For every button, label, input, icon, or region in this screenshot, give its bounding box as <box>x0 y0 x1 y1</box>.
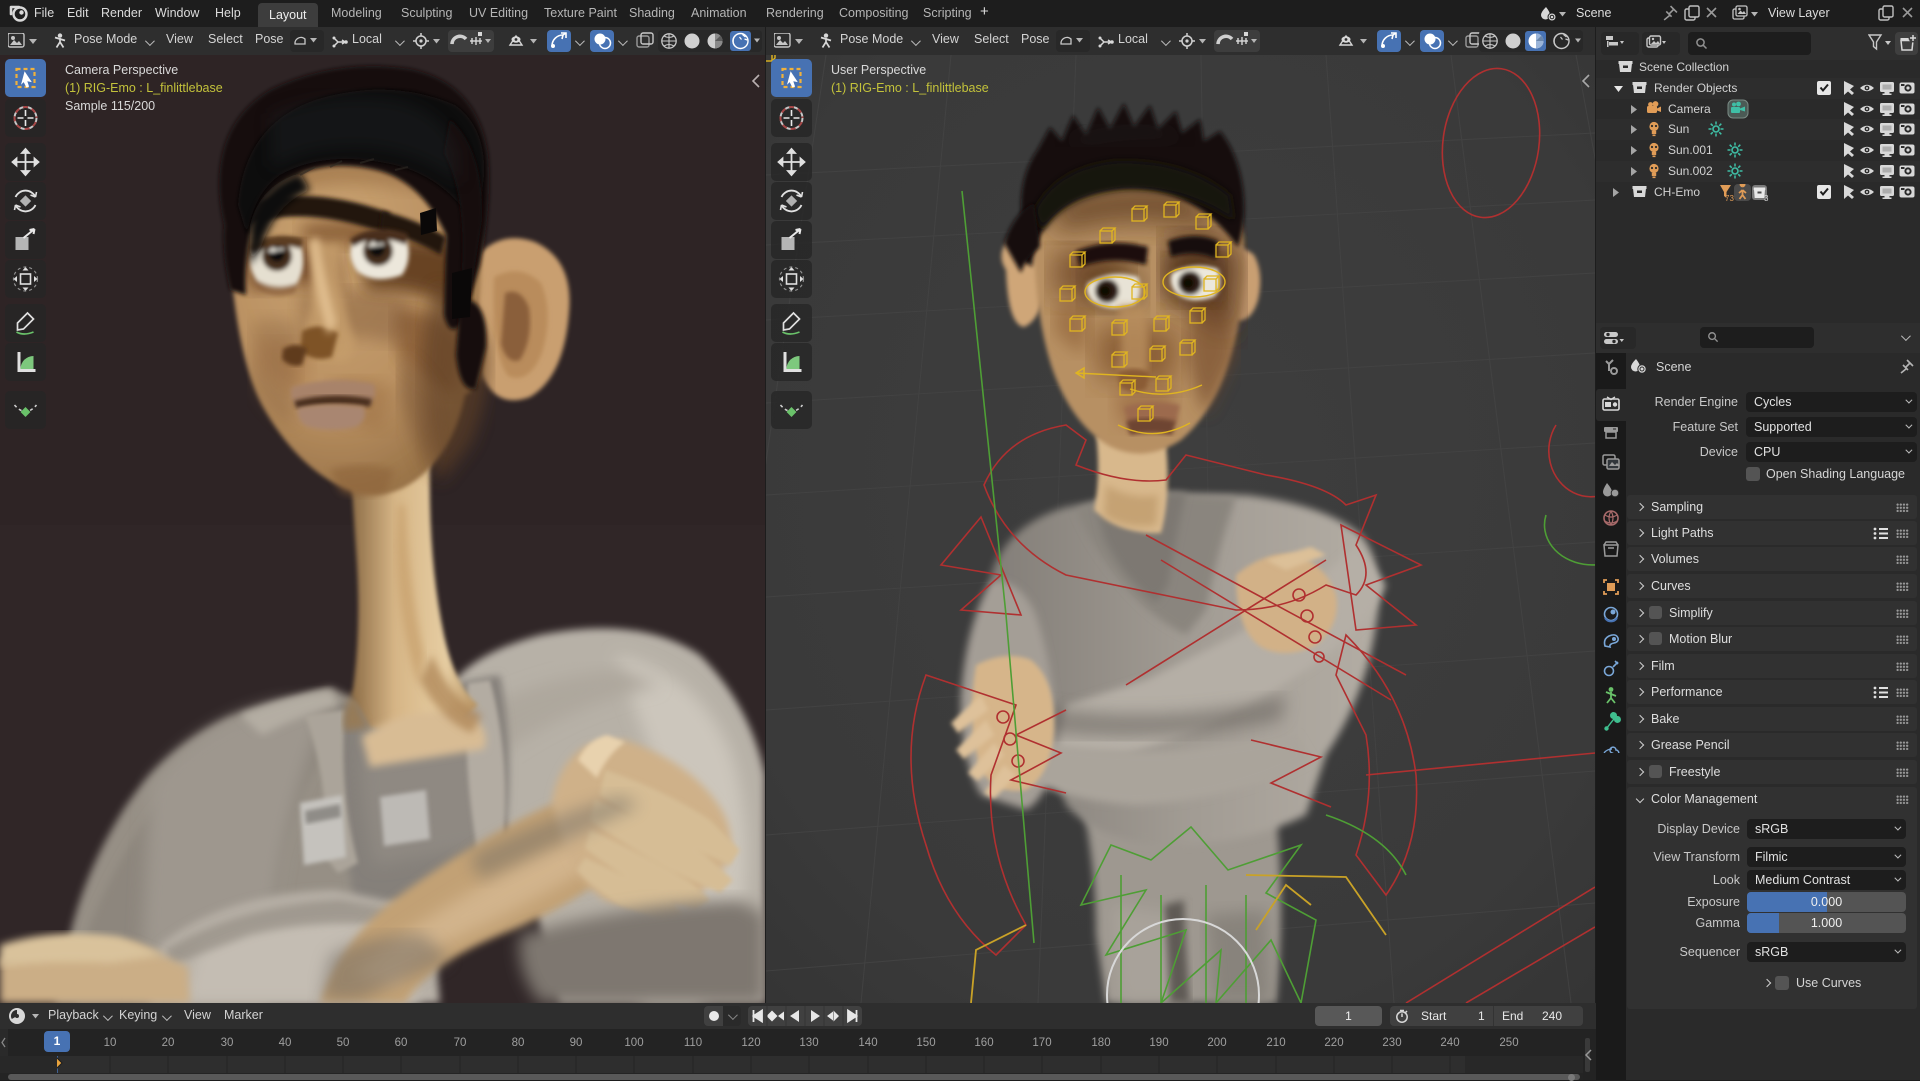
svg-text:250: 250 <box>1499 1037 1518 1049</box>
svg-text:160: 160 <box>974 1037 993 1049</box>
svg-text:50: 50 <box>337 1037 350 1049</box>
svg-text:20: 20 <box>162 1037 175 1049</box>
svg-text:180: 180 <box>1091 1037 1110 1049</box>
svg-text:200: 200 <box>1207 1037 1226 1049</box>
svg-text:70: 70 <box>454 1037 467 1049</box>
svg-text:100: 100 <box>624 1037 643 1049</box>
svg-text:240: 240 <box>1440 1037 1459 1049</box>
svg-text:90: 90 <box>570 1037 583 1049</box>
svg-text:230: 230 <box>1382 1037 1401 1049</box>
svg-text:60: 60 <box>395 1037 408 1049</box>
svg-text:10: 10 <box>104 1037 117 1049</box>
svg-text:80: 80 <box>512 1037 525 1049</box>
svg-text:130: 130 <box>799 1037 818 1049</box>
svg-text:110: 110 <box>684 1037 702 1049</box>
svg-text:210: 210 <box>1266 1037 1285 1049</box>
svg-text:220: 220 <box>1324 1037 1343 1049</box>
svg-text:30: 30 <box>221 1037 234 1049</box>
svg-text:140: 140 <box>858 1037 877 1049</box>
svg-text:190: 190 <box>1149 1037 1168 1049</box>
svg-text:150: 150 <box>916 1037 935 1049</box>
svg-text:120: 120 <box>741 1037 760 1049</box>
svg-text:170: 170 <box>1032 1037 1051 1049</box>
svg-text:40: 40 <box>279 1037 292 1049</box>
